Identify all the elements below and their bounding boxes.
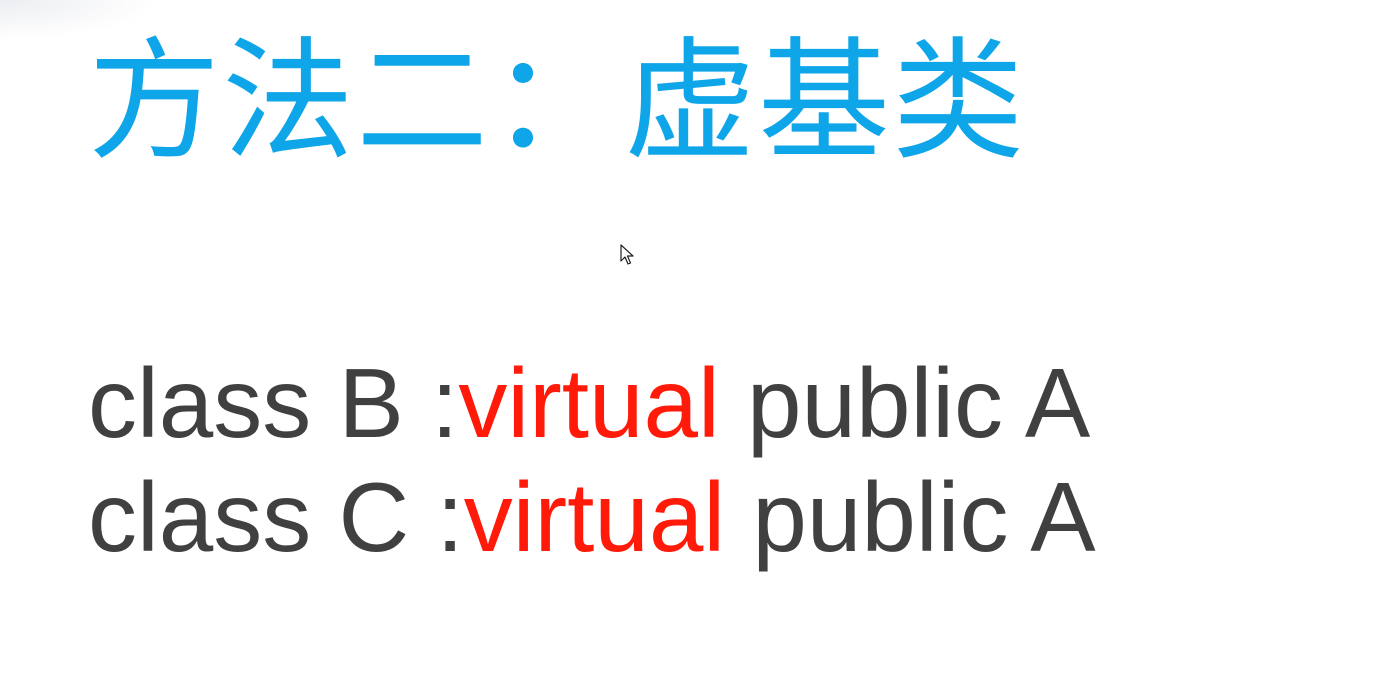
code-suffix: public A <box>725 462 1096 572</box>
code-prefix: class C : <box>88 462 464 572</box>
virtual-keyword: virtual <box>463 462 726 572</box>
code-line-class-c: class C :virtual public A <box>88 462 1096 572</box>
code-line-class-b: class B :virtual public A <box>88 348 1090 458</box>
slide: 方法二：虚基类 class B :virtual public A class … <box>0 0 1397 697</box>
code-prefix: class B : <box>88 348 459 458</box>
slide-title: 方法二：虚基类 <box>88 25 1026 179</box>
virtual-keyword: virtual <box>458 348 720 458</box>
mouse-pointer-icon <box>620 244 634 265</box>
code-suffix: public A <box>719 348 1091 458</box>
